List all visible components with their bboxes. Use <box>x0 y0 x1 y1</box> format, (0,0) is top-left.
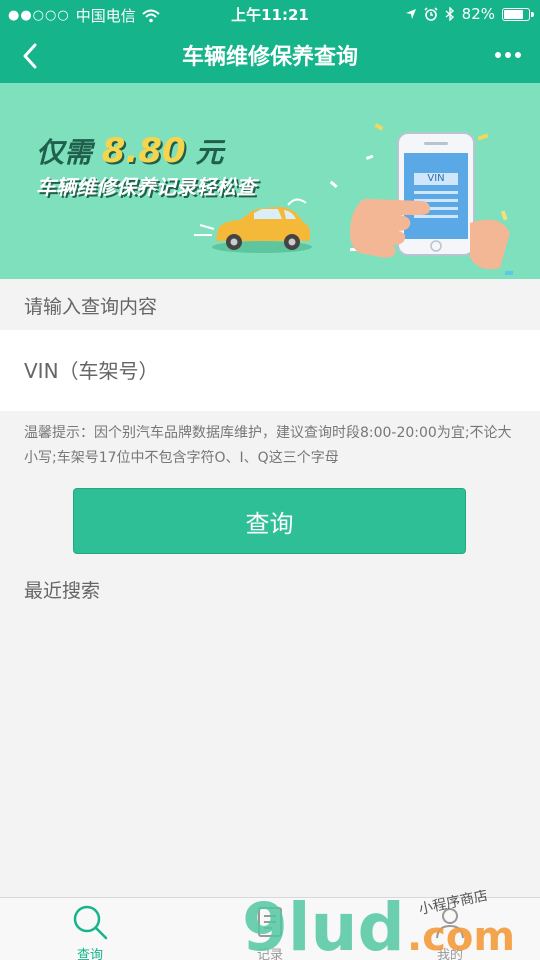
input-label: 请输入查询内容 <box>24 296 158 318</box>
tab-mine[interactable]: 我的 <box>360 898 540 960</box>
more-button[interactable] <box>488 40 528 70</box>
navbar: 车辆维修保养查询 <box>0 28 540 83</box>
banner-phone-text: VIN <box>427 173 445 184</box>
input-section-header: 请输入查询内容 <box>0 279 540 329</box>
page-title: 车辆维修保养查询 <box>181 45 358 70</box>
tab-record[interactable]: 记录 <box>180 898 360 960</box>
record-icon <box>258 907 282 937</box>
location-icon <box>405 9 416 19</box>
status-right: 82% <box>405 5 534 23</box>
vin-input[interactable] <box>0 330 540 411</box>
user-icon <box>436 908 464 939</box>
status-bar: ●●○○○ 中国电信 上午11:21 82% <box>0 0 540 28</box>
tab-bar: 查询 记录 我的 <box>0 897 540 960</box>
recent-search-label: 最近搜索 <box>24 580 101 602</box>
tab-label: 我的 <box>436 948 463 960</box>
battery-fill <box>504 9 523 19</box>
tab-query[interactable]: 查询 <box>0 898 180 960</box>
tab-label: 查询 <box>76 948 103 960</box>
header: ●●○○○ 中国电信 上午11:21 82% 车辆维修保养查询 <box>0 0 540 83</box>
more-dot-icon <box>505 52 511 58</box>
tip-text: 温馨提示：因个别汽车品牌数据库维护，建议查询时段8:00-20:00为宜;不论大… <box>24 425 512 466</box>
alarm-icon <box>424 7 438 21</box>
battery-percent: 82% <box>461 5 495 23</box>
battery-icon <box>502 7 534 21</box>
bluetooth-icon <box>445 7 454 21</box>
promo-banner[interactable]: 仅需 8.80 元 车辆维修保养记录轻松查 VIN <box>0 83 540 279</box>
more-dot-icon <box>495 52 501 58</box>
more-dot-icon <box>515 52 521 58</box>
tab-label: 记录 <box>256 948 283 960</box>
query-button[interactable]: 查询 <box>73 488 466 554</box>
search-icon <box>73 905 108 940</box>
